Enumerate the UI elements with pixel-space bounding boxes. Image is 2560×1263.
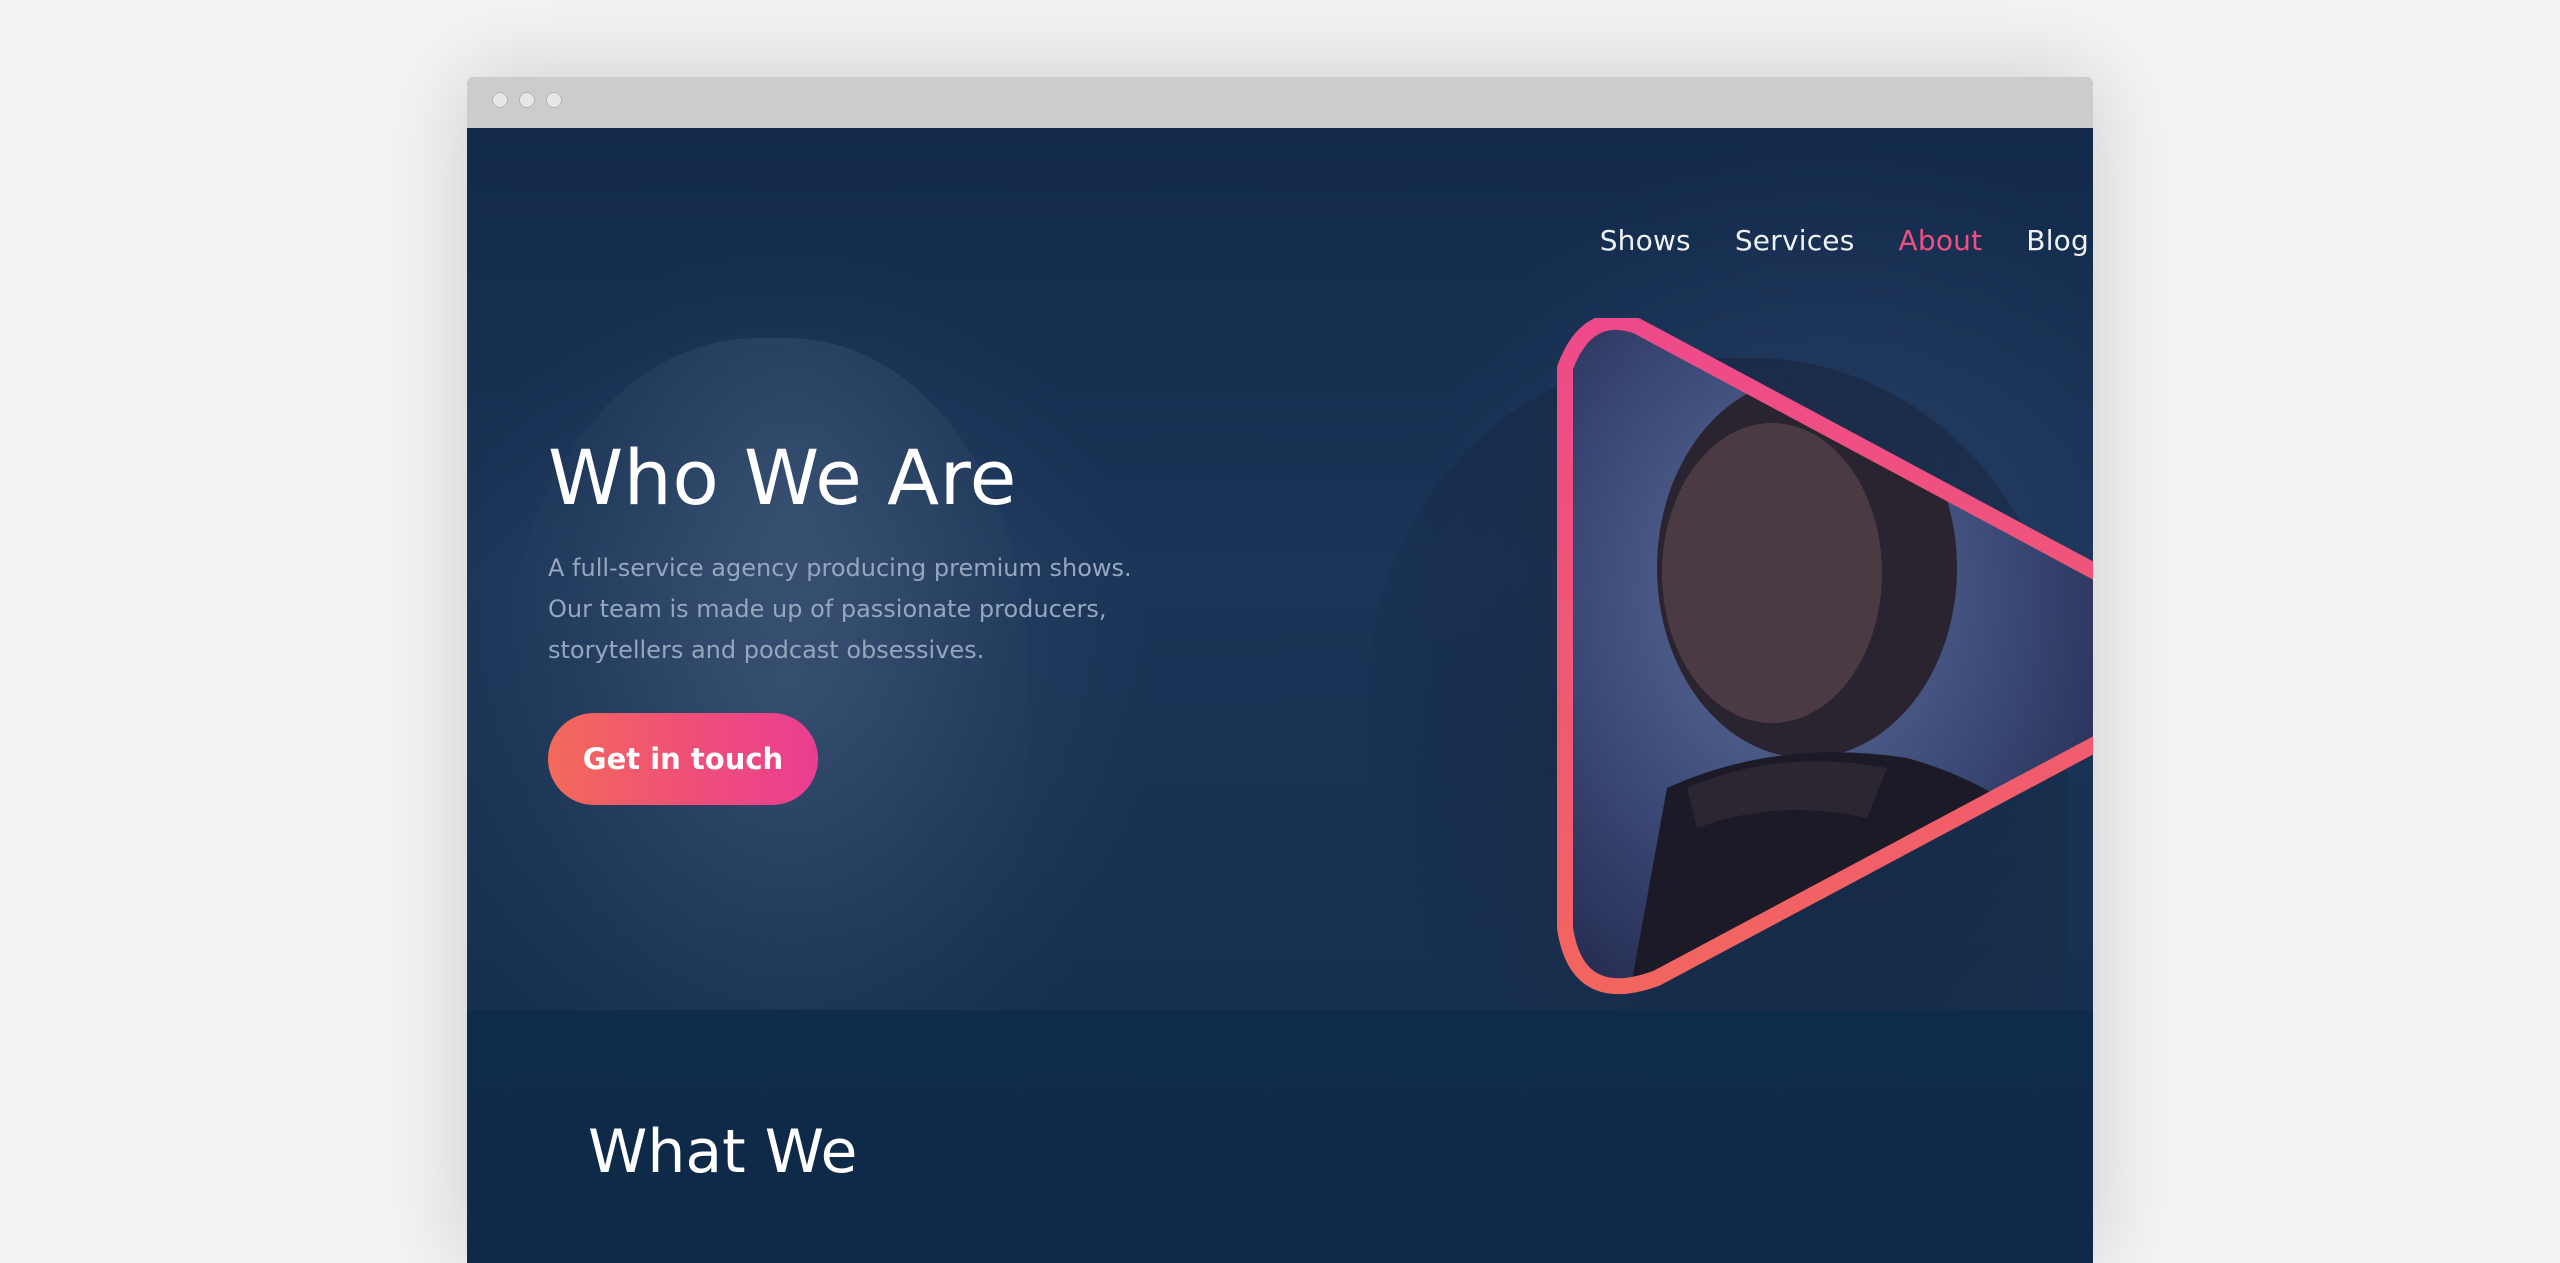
nav-item-shows[interactable]: Shows (1600, 221, 1691, 261)
main-nav: Shows Services About Blog (1600, 221, 2093, 261)
hero-section: Shows Services About Blog Who We Are A f… (467, 128, 2093, 1010)
play-triangle-portrait (1557, 318, 2093, 995)
hero-description: A full-service agency producing premium … (548, 554, 1132, 664)
get-in-touch-button[interactable]: Get in touch (548, 713, 818, 805)
close-window-button[interactable] (492, 92, 508, 108)
section-title: What We (588, 1117, 858, 1187)
hero-title: Who We Are (548, 433, 1017, 522)
nav-item-blog[interactable]: Blog (2026, 221, 2089, 261)
what-we-do-section: What We (467, 1010, 2093, 1263)
maximize-window-button[interactable] (546, 92, 562, 108)
browser-window: Shows Services About Blog Who We Are A f… (467, 77, 2093, 1263)
window-titlebar (467, 77, 2093, 128)
nav-item-about[interactable]: About (1899, 221, 1983, 261)
minimize-window-button[interactable] (519, 92, 535, 108)
nav-item-services[interactable]: Services (1735, 221, 1855, 261)
